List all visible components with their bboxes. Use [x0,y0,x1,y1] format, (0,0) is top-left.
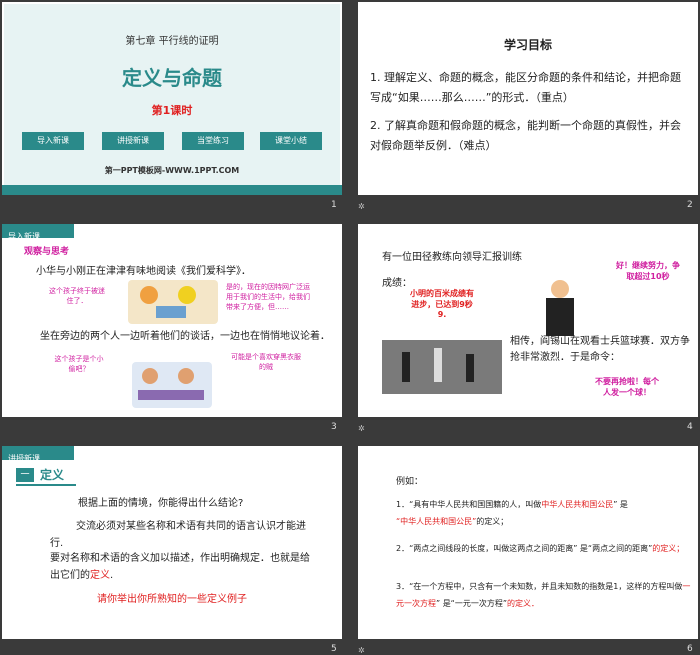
bubble-2: 是的，现在的因特网广泛运用于我们的生活中，给我们带来了方便，但…… [226,283,310,311]
basketball-photo [382,340,502,394]
nav-item-summary[interactable]: 课堂小结 [260,132,322,150]
section-tag: 导入新课 [2,224,74,241]
slide-number: 6 [687,644,693,654]
star-icon: ✲ [358,646,365,655]
bubble-3: 这个孩子是个小偷吧？ [54,355,104,373]
slide-1[interactable]: 第七章 平行线的证明 定义与命题 第1课时 导入新课 讲授新课 当堂练习 课堂小… [2,2,342,195]
tag-label: 讲授新课 [8,454,40,463]
period: . [110,570,114,581]
reading-kids-illustration [128,280,218,324]
slide-4[interactable]: 有一位田径教练向领导汇报训练 成绩： 小明的百米成绩有进步，已达到9秒9. 好！… [358,224,698,417]
coach-report: 小明的百米成绩有进步，已达到9秒9. [410,289,474,319]
objective-2: 2. 了解真命题和假命题的概念，能判断一个命题的真假性，并会对假命题举反例．（难… [370,119,681,152]
example-2: 2．“两点之间线段的长度，叫做这两点之间的距离” 是“两点之间的距离”的定义； [396,540,692,557]
example-3-text: 3．“在一个方程中，只含有一个未知数，并且未知数的指数是1，这样的方程叫做 [396,582,683,591]
nav-label: 当堂练习 [197,136,229,145]
nav-label: 导入新课 [37,136,69,145]
text: ” 是 [613,500,628,509]
paragraph-1: 小华与小刚正在津津有味地阅读《我们爱科学》． [36,266,251,277]
paragraph-2: 坐在旁边的两个人一边听着他们的谈话，一边也在悄悄地议论着． [40,331,330,342]
term-red: “中华人民共和国公民” [396,517,477,526]
example-3: 3．“在一个方程中，只含有一个未知数，并且未知数的指数是1，这样的方程叫做一元一… [396,578,692,612]
section-tag: 讲授新课 [2,446,74,463]
paragraph-1: 交流必须对某些名称和术语有共同的语言认识才能进行. [50,521,306,549]
line-2: 成绩： [382,278,412,289]
body [546,298,574,336]
head [551,280,569,298]
footer-url: 第一PPT模板网-WWW.1PPT.COM [104,166,240,175]
slide-5[interactable]: 讲授新课 一 定义 根据上面的情境，你能得出什么结论? 交流必须对某些名称和术语… [2,446,342,639]
tag-label: 导入新课 [8,232,40,241]
slide-heading: 例如： [396,477,424,487]
question: 根据上面的情境，你能得出什么结论? [78,498,244,509]
player [466,354,474,382]
paragraph: 相传，阎锡山在观看士兵篮球赛．双方争抢非常激烈．于是命令： [510,336,690,363]
chapter-label: 第七章 平行线的证明 [125,36,219,47]
lesson-label: 第1课时 [151,104,193,117]
line-1: 有一位田径教练向领导汇报训练 [382,252,522,263]
bubble-4: 可能是个喜欢穿黑衣服的贼 [231,353,301,371]
slide-number: 2 [687,200,693,210]
slide-title: 定义与命题 [122,66,222,90]
slide-number: 5 [331,644,337,654]
watching-adults-illustration [132,362,212,408]
nav-item-practice[interactable]: 当堂练习 [182,132,244,150]
leader-illustration [542,280,578,338]
slide-number: 1 [331,200,337,210]
text: 的定义； [476,517,509,526]
term-red: 的定义． [506,599,539,608]
player [402,352,410,382]
paragraph-2: 要对名称和术语的含义加以描述，作出明确规定．也就是给出它们的定义. [50,550,312,584]
subtag-label: 观察与思考 [24,247,70,257]
bubble-1: 这个孩子终于被迷住了． [49,287,105,305]
text: ” 是“一元一次方程” [436,599,507,608]
slide-3[interactable]: 导入新课 观察与思考 小华与小刚正在津津有味地阅读《我们爱科学》． 这个孩子终于… [2,224,342,417]
slide-2[interactable]: 学习目标 1. 理解定义、命题的概念，能区分命题的条件和结论，并把命题写成“如果… [358,2,698,195]
divider [16,484,76,486]
star-icon: ✲ [358,202,365,211]
nav-item-intro[interactable]: 导入新课 [22,132,84,150]
prompt: 请你举出你所熟知的一些定义例子 [97,594,247,605]
section-num: 一 [20,470,30,480]
player [434,348,442,382]
bottom-band [2,185,342,195]
kid-1 [140,286,158,304]
term-red: 的定义； [652,544,685,553]
definition-word: 定义 [90,570,110,581]
leader-reply: 好！继续努力，争取超过10秒 [616,261,680,281]
table [138,390,204,400]
example-1-text: 1．“具有中华人民共和国国籍的人，叫做 [396,500,542,509]
section-number-badge: 一 [16,468,34,482]
example-1: 1．“具有中华人民共和国国籍的人，叫做中华人民共和国公民” 是 “中华人民共和国… [396,496,692,530]
slide-number: 3 [331,422,337,432]
nav-label: 课堂小结 [275,136,307,145]
star-icon: ✲ [358,424,365,433]
order-bubble: 不要再抢啦！每个人发一个球！ [595,377,659,397]
example-2-text: 2．“两点之间线段的长度，叫做这两点之间的距离” 是“两点之间的距离” [396,544,653,553]
objective-1: 1. 理解定义、命题的概念，能区分命题的条件和结论，并把命题写成“如果……那么…… [370,71,681,104]
adult-2 [178,368,194,384]
term-red: 中华人民共和国公民 [541,500,614,509]
book [156,306,186,318]
kid-2 [178,286,196,304]
slide-6[interactable]: 例如： 1．“具有中华人民共和国国籍的人，叫做中华人民共和国公民” 是 “中华人… [358,446,698,639]
paragraph-2-text: 要对名称和术语的含义加以描述，作出明确规定．也就是给出它们的 [50,553,310,581]
nav-label: 讲授新课 [117,136,149,145]
slide-heading: 学习目标 [503,38,552,52]
nav-item-teach[interactable]: 讲授新课 [102,132,164,150]
nav-bar: 导入新课 讲授新课 当堂练习 课堂小结 [22,132,322,150]
slide-number: 4 [687,422,693,432]
section-title: 定义 [40,468,65,482]
adult-1 [142,368,158,384]
